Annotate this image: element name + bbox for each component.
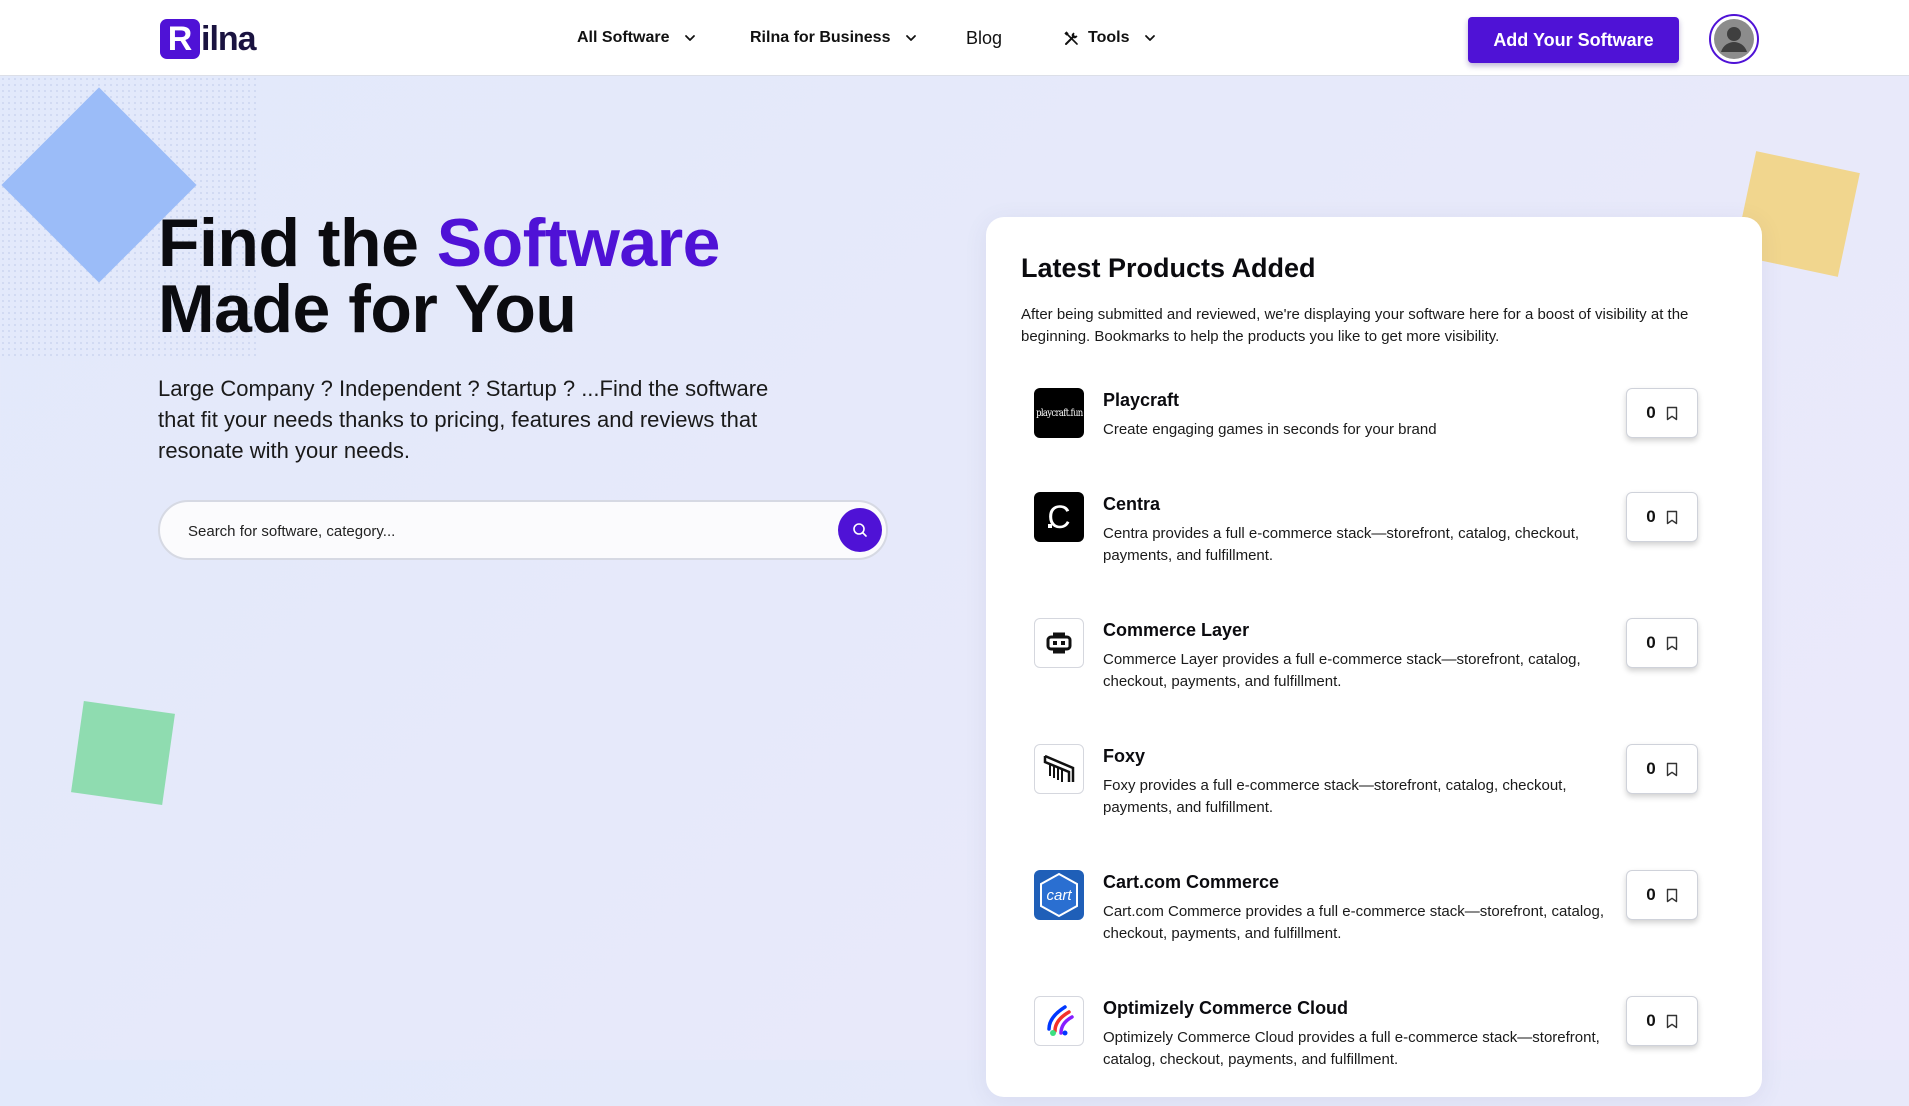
nav-all-software-label: All Software	[577, 29, 670, 46]
bookmark-button[interactable]: 0	[1626, 492, 1698, 542]
product-description: Create engaging games in seconds for you…	[1103, 421, 1437, 438]
add-your-software-button[interactable]: Add Your Software	[1468, 17, 1679, 63]
centra-logo: C	[1034, 492, 1084, 542]
nav-rilna-for-business[interactable]: Rilna for Business	[750, 0, 918, 76]
user-avatar[interactable]	[1709, 14, 1759, 64]
chevron-down-icon	[685, 35, 696, 41]
product-item[interactable]: Optimizely Commerce Cloud Optimizely Com…	[1034, 996, 1734, 1106]
product-item[interactable]: cart Cart.com Commerce Cart.com Commerce…	[1034, 870, 1734, 980]
product-item[interactable]: playcraft.fun Playcraft Create engaging …	[1034, 388, 1734, 498]
nav-blog[interactable]: Blog	[966, 0, 1002, 76]
green-square-decoration	[71, 701, 175, 805]
product-name: Playcraft	[1103, 390, 1180, 410]
product-name: Centra	[1103, 494, 1161, 514]
logo-wordmark: ilna	[201, 19, 257, 58]
product-item[interactable]: Foxy Foxy provides a full e-commerce sta…	[1034, 744, 1734, 854]
bookmark-count: 0	[1646, 633, 1656, 652]
panel-description: After being submitted and reviewed, we'r…	[1021, 306, 1689, 345]
nav-tools-label: Tools	[1088, 29, 1130, 46]
hero-title: Find the Software Made for You	[158, 209, 720, 343]
product-description: Centra provides a full e-commerce stack—…	[1103, 525, 1580, 564]
product-name: Commerce Layer	[1103, 620, 1250, 640]
product-name: Foxy	[1103, 746, 1146, 766]
logo-mark: R	[160, 19, 200, 59]
search-bar	[158, 500, 888, 560]
cart-com-logo: cart	[1034, 870, 1084, 920]
hero-title-accent: Software	[436, 205, 721, 281]
nav-blog-label: Blog	[966, 27, 1003, 48]
nav-tools[interactable]: Tools	[1063, 0, 1157, 76]
user-icon	[1714, 19, 1754, 59]
bookmark-button[interactable]: 0	[1626, 388, 1698, 438]
product-description: Commerce Layer provides a full e-commerc…	[1103, 651, 1581, 690]
search-icon	[853, 523, 867, 537]
bookmark-icon	[1666, 510, 1677, 524]
bookmark-icon	[1666, 406, 1677, 420]
product-name: Optimizely Commerce Cloud	[1103, 998, 1349, 1018]
hero-title-part1: Find the	[158, 205, 437, 281]
bookmark-button[interactable]: 0	[1626, 870, 1698, 920]
bookmark-count: 0	[1646, 885, 1656, 904]
nav-all-software[interactable]: All Software	[577, 0, 697, 76]
bookmark-icon	[1666, 888, 1677, 902]
bookmark-icon	[1666, 762, 1677, 776]
bookmark-button[interactable]: 0	[1626, 996, 1698, 1046]
chevron-down-icon	[906, 35, 917, 41]
latest-products-panel: Latest Products Added After being submit…	[986, 217, 1762, 1097]
rilna-logo[interactable]: R ilna	[160, 19, 257, 59]
bookmark-count: 0	[1646, 759, 1656, 778]
chevron-down-icon	[1145, 35, 1156, 41]
foxy-logo	[1034, 744, 1084, 794]
bookmark-icon	[1666, 1014, 1677, 1028]
hero-title-line2: Made for You	[158, 271, 577, 347]
bookmark-count: 0	[1646, 1011, 1656, 1030]
product-item[interactable]: C Centra Centra provides a full e-commer…	[1034, 492, 1734, 602]
product-description: Optimizely Commerce Cloud provides a ful…	[1103, 1029, 1600, 1068]
search-button[interactable]	[838, 508, 882, 552]
product-name: Cart.com Commerce	[1103, 872, 1280, 892]
playcraft-logo: playcraft.fun	[1034, 388, 1084, 438]
search-input[interactable]	[186, 516, 770, 546]
hero-subtitle: Large Company ? Independent ? Startup ? …	[158, 376, 769, 463]
optimizely-logo	[1034, 996, 1084, 1046]
product-description: Foxy provides a full e-commerce stack—st…	[1103, 777, 1567, 816]
product-description: Cart.com Commerce provides a full e-comm…	[1103, 903, 1604, 942]
bookmark-button[interactable]: 0	[1626, 618, 1698, 668]
bookmark-count: 0	[1646, 507, 1656, 526]
tools-icon	[1064, 30, 1078, 45]
bookmark-icon	[1666, 636, 1677, 650]
product-item[interactable]: Commerce Layer Commerce Layer provides a…	[1034, 618, 1734, 728]
panel-title: Latest Products Added	[1021, 253, 1316, 283]
commerce-layer-logo	[1034, 618, 1084, 668]
nav-business-label: Rilna for Business	[750, 29, 891, 46]
top-header: R ilna All Software Rilna for Business B…	[0, 0, 1909, 76]
bookmark-button[interactable]: 0	[1626, 744, 1698, 794]
bookmark-count: 0	[1646, 403, 1656, 422]
